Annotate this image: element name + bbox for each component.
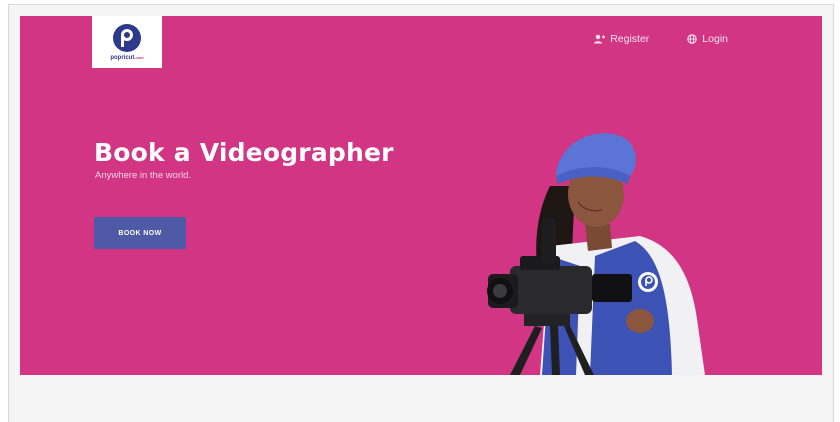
logo-wordmark: popricut.com [110, 54, 144, 61]
hero-banner: popricut.com Register Login Book a Video… [20, 16, 822, 375]
login-link[interactable]: Login [687, 33, 728, 45]
logo-mark-icon [113, 23, 141, 52]
register-link[interactable]: Register [593, 33, 649, 45]
register-label: Register [610, 33, 650, 45]
book-now-button[interactable]: BOOK NOW [94, 217, 186, 249]
videographer-photo [487, 133, 705, 375]
add-user-icon [594, 34, 606, 44]
top-nav: Register Login [593, 33, 728, 45]
hero-title: Book a Videographer [94, 138, 394, 167]
logo[interactable]: popricut.com [92, 16, 162, 68]
hero-subtitle: Anywhere in the world. [95, 170, 192, 181]
login-label: Login [702, 33, 728, 45]
globe-icon [687, 34, 698, 44]
